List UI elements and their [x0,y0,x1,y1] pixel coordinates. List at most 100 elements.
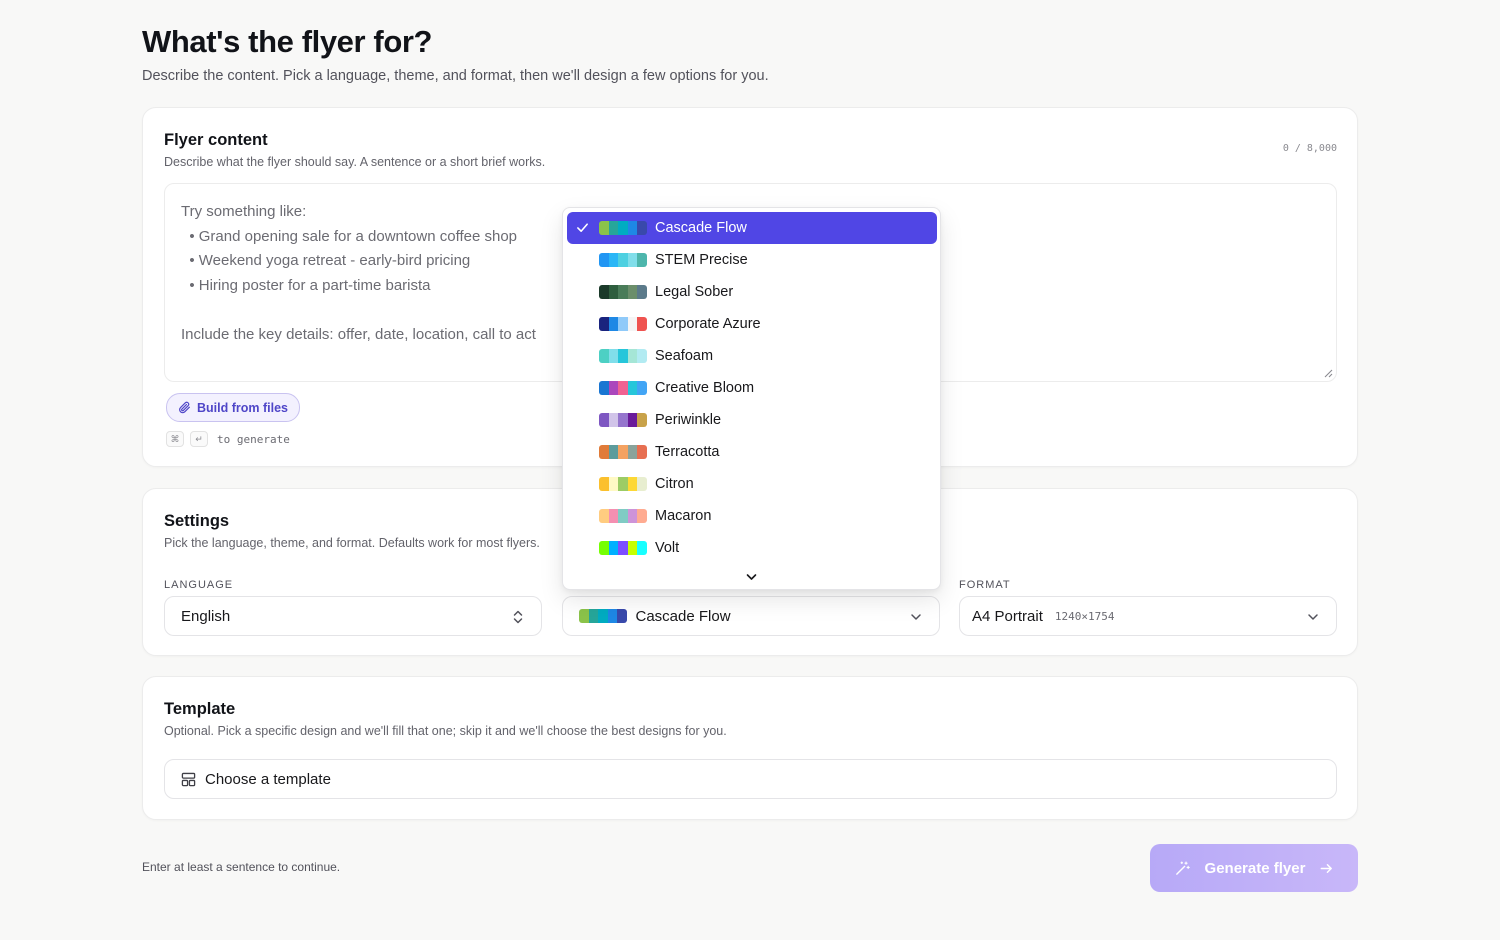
resize-handle-icon[interactable] [1324,369,1333,378]
swatch-color [618,253,628,267]
theme-option-label: Periwinkle [655,412,722,428]
swatch-color [637,413,647,427]
swatch-color [599,317,609,331]
swatch-color [627,541,637,555]
swatch-color [599,509,609,523]
swatch-color [618,221,628,235]
theme-option-label: Cascade Flow [655,220,747,236]
theme-option[interactable]: Seafoam [567,340,937,372]
choose-template-button[interactable]: Choose a template [164,759,1337,799]
theme-option-label: Macaron [655,508,712,524]
swatch-color [617,609,627,623]
command-key: ⌘ [166,431,184,447]
chevron-down-icon [911,614,921,620]
page-subtitle: Describe the content. Pick a language, t… [142,68,769,84]
card-description: Pick the language, theme, and format. De… [164,536,540,550]
theme-option[interactable]: Volt [567,532,937,564]
theme-option-swatch [599,541,647,555]
theme-option-swatch [599,253,647,267]
character-counter: 0 / 8,000 [1282,143,1337,154]
theme-option[interactable]: Legal Sober [567,276,937,308]
theme-option-label: Seafoam [655,348,714,364]
generate-button-label: Generate flyer [1204,859,1306,877]
template-button-label: Choose a template [205,770,331,788]
swatch-color [637,253,647,267]
swatch-color [599,381,609,395]
theme-option-label: Volt [655,540,680,556]
theme-option-label: STEM Precise [655,252,748,268]
theme-option-label: Terracotta [655,444,720,460]
theme-option[interactable]: Terracotta [567,436,937,468]
swatch-color [579,609,589,623]
theme-option[interactable]: STEM Precise [567,244,937,276]
swatch-color [608,477,618,491]
swatch-color [627,317,637,331]
theme-option[interactable]: Creative Bloom [567,372,937,404]
card-title: Settings [164,512,230,530]
template-card: Template Optional. Pick a specific desig… [142,676,1358,820]
swatch-color [608,509,618,523]
swatch-color [637,221,647,235]
swatch-color [599,349,609,363]
language-label: LANGUAGE [164,579,234,591]
language-select[interactable]: English [164,596,542,636]
swatch-color [618,349,628,363]
swatch-color [618,477,628,491]
swatch-color [618,285,628,299]
keyboard-shortcut-hint: ⌘ ↵ to generate [166,431,290,447]
theme-option-swatch [599,477,647,491]
theme-option-label: Creative Bloom [655,380,755,396]
theme-option[interactable]: Macaron [567,500,937,532]
swatch-color [627,285,637,299]
theme-option-label: Corporate Azure [655,316,761,332]
scroll-down-chevron-icon[interactable] [745,571,758,583]
swatch-color [599,253,609,267]
card-title: Template [164,700,236,718]
format-label: FORMAT [959,579,1011,591]
theme-value: Cascade Flow [635,607,731,625]
swatch-color [637,509,647,523]
theme-option[interactable]: Cascade Flow [567,212,937,244]
swatch-color [608,381,618,395]
theme-option[interactable]: Periwinkle [567,404,937,436]
swatch-color [618,381,628,395]
swatch-color [618,541,628,555]
format-dimensions: 1240×1754 [1054,609,1115,623]
card-description: Optional. Pick a specific design and we'… [164,724,727,738]
theme-select[interactable]: Cascade Flow [562,596,940,636]
theme-option-label: Citron [655,476,694,492]
swatch-color [637,349,647,363]
theme-option[interactable]: Corporate Azure [567,308,937,340]
theme-option-swatch [599,349,647,363]
swatch-color [608,221,618,235]
chevron-down-icon [1308,614,1318,620]
swatch-color [599,541,609,555]
format-value: A4 Portrait [972,607,1043,625]
swatch-color [627,221,637,235]
theme-swatch [579,609,627,623]
theme-option-swatch [599,413,647,427]
swatch-color [637,381,647,395]
swatch-color [618,317,628,331]
format-select[interactable]: A4 Portrait 1240×1754 [959,596,1337,636]
swatch-color [598,609,608,623]
generate-flyer-button[interactable]: Generate flyer [1150,844,1358,892]
swatch-color [627,413,637,427]
swatch-color [599,285,609,299]
theme-option-swatch [599,509,647,523]
swatch-color [627,445,637,459]
shortcut-text: to generate [217,432,290,446]
footer-note: Enter at least a sentence to continue. [142,860,341,874]
language-value: English [181,607,231,625]
swatch-color [608,445,618,459]
paperclip-icon [179,401,190,414]
swatch-color [637,477,647,491]
swatch-color [599,413,609,427]
swatch-color [637,285,647,299]
theme-option[interactable]: Citron [567,468,937,500]
swatch-color [608,317,618,331]
build-from-files-button[interactable]: Build from files [166,393,300,422]
swatch-color [608,541,618,555]
swatch-color [608,349,618,363]
enter-key: ↵ [190,431,208,447]
